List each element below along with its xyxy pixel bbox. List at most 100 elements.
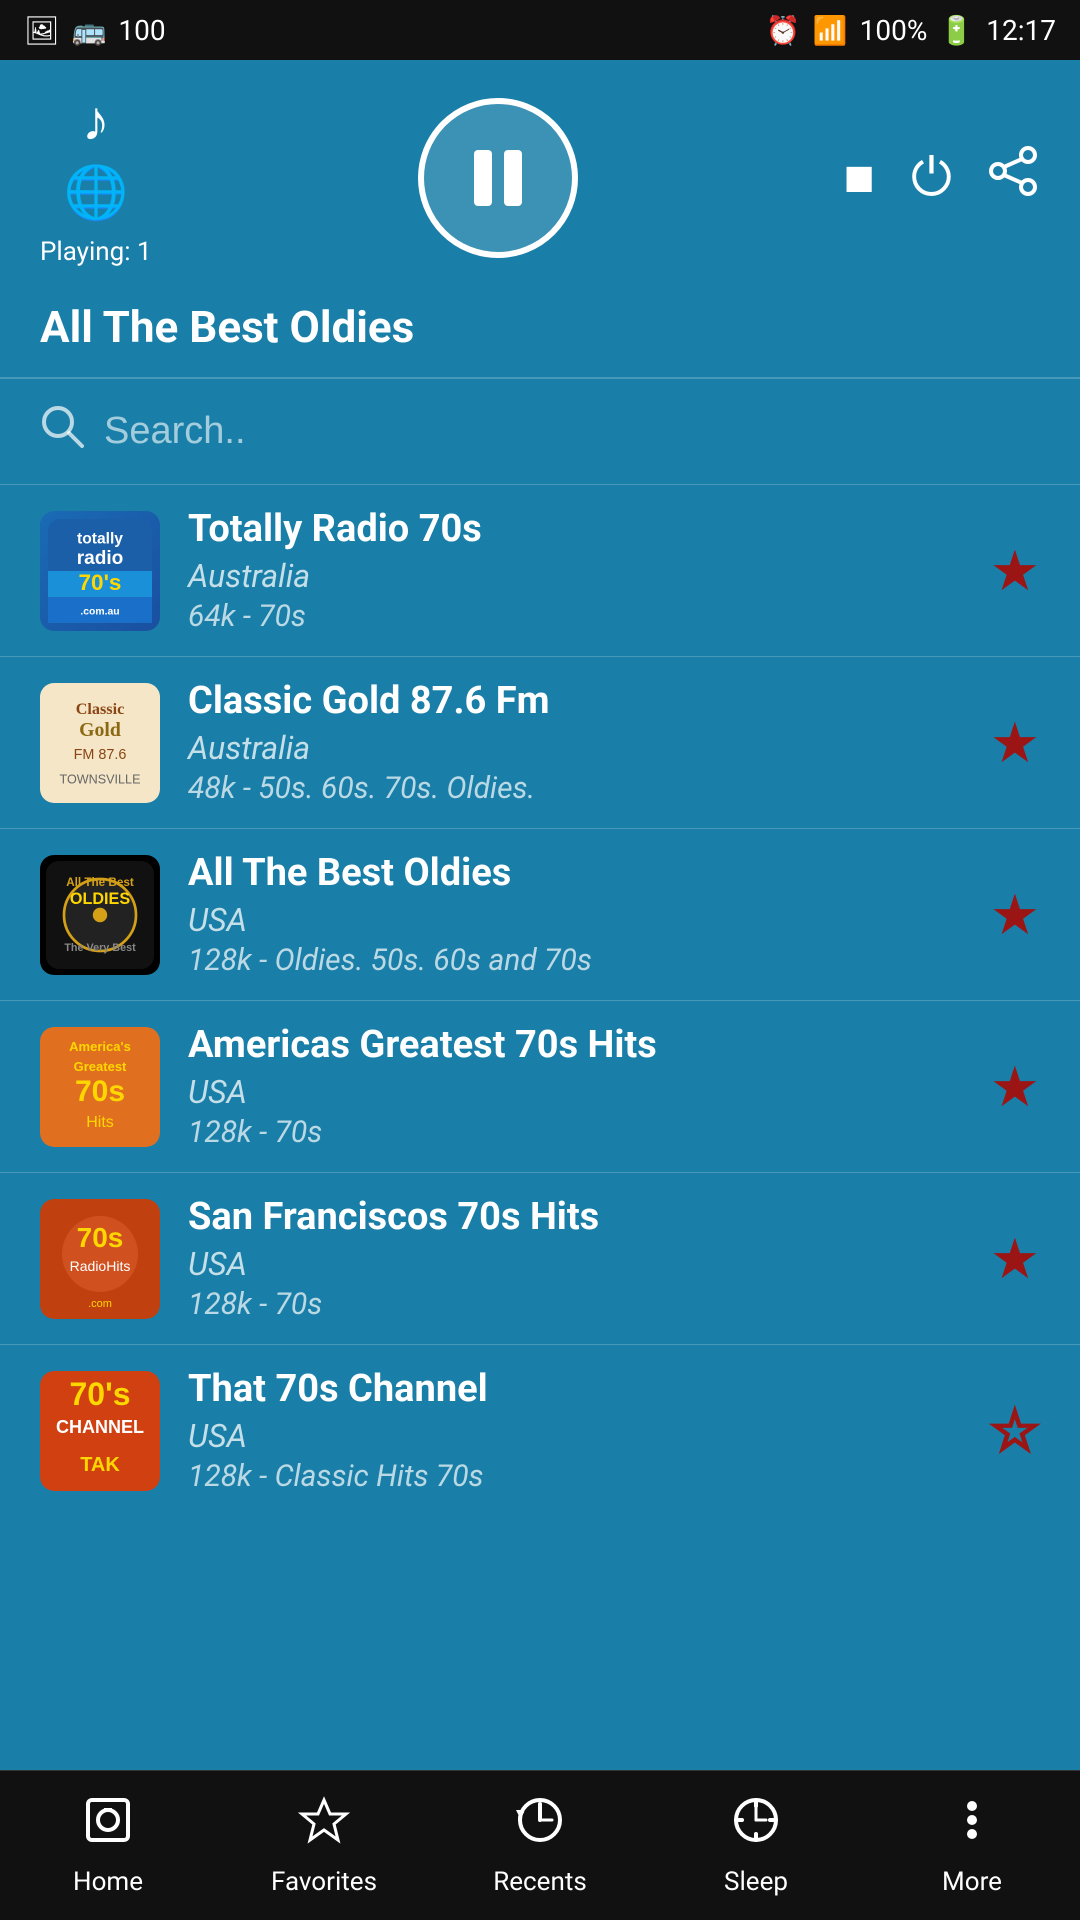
search-icon	[40, 403, 84, 460]
station-logo: 70's CHANNEL TAK	[40, 1371, 160, 1491]
station-name: Americas Greatest 70s Hits	[188, 1023, 962, 1067]
station-country: USA	[188, 1073, 962, 1111]
station-country: Australia	[188, 557, 962, 595]
more-icon	[946, 1794, 998, 1859]
favorites-icon	[298, 1794, 350, 1859]
station-name: Totally Radio 70s	[188, 507, 962, 551]
station-info: All The Best Oldies USA 128k - Oldies. 5…	[188, 851, 962, 978]
list-item[interactable]: America's Greatest 70s Hits Americas Gre…	[0, 1000, 1080, 1172]
nav-item-sleep[interactable]: Sleep	[648, 1794, 864, 1897]
search-bar[interactable]	[0, 379, 1080, 484]
favorite-star[interactable]: ★	[990, 1226, 1040, 1292]
globe-icon[interactable]: 🌐	[63, 162, 128, 223]
photo-icon: 🖼	[24, 14, 60, 47]
svg-text:Gold: Gold	[79, 718, 121, 740]
header-center	[418, 98, 578, 258]
svg-text:.com: .com	[88, 1298, 112, 1310]
svg-text:FM 87.6: FM 87.6	[74, 747, 127, 763]
music-note-icon[interactable]: ♪	[82, 88, 110, 154]
pause-bar-right	[504, 150, 522, 206]
station-name: Classic Gold 87.6 Fm	[188, 679, 962, 723]
station-meta: 64k - 70s	[188, 599, 962, 634]
app-icon: 🚌	[72, 14, 107, 47]
nav-label-recents: Recents	[493, 1867, 587, 1897]
nav-item-home[interactable]: Home	[0, 1794, 216, 1897]
station-meta: 128k - 70s	[188, 1115, 962, 1150]
station-info: San Franciscos 70s Hits USA 128k - 70s	[188, 1195, 962, 1322]
station-info: Americas Greatest 70s Hits USA 128k - 70…	[188, 1023, 962, 1150]
recents-icon	[514, 1794, 566, 1859]
list-item[interactable]: All The Best OLDIES The Very Best All Th…	[0, 828, 1080, 1000]
stop-icon[interactable]: ■	[843, 147, 874, 208]
player-header: ♪ 🌐 Playing: 1 ■ ⏻	[0, 60, 1080, 287]
svg-text:70's: 70's	[79, 570, 122, 595]
station-logo: All The Best OLDIES The Very Best	[40, 855, 160, 975]
favorite-star[interactable]: ★	[990, 882, 1040, 948]
nav-item-favorites[interactable]: Favorites	[216, 1794, 432, 1897]
playing-label: Playing: 1	[40, 237, 152, 267]
svg-text:The Very Best: The Very Best	[64, 942, 136, 954]
status-left-icons: 🖼 🚌 100	[24, 14, 166, 47]
status-bar: 🖼 🚌 100 ⏰ 📶 100% 🔋 12:17	[0, 0, 1080, 60]
pause-icon	[474, 150, 522, 206]
list-item[interactable]: 70s RadioHits .com San Franciscos 70s Hi…	[0, 1172, 1080, 1344]
station-meta: 128k - 70s	[188, 1287, 962, 1322]
nav-item-more[interactable]: More	[864, 1794, 1080, 1897]
station-meta: 128k - Oldies. 50s. 60s and 70s	[188, 943, 962, 978]
pause-button[interactable]	[418, 98, 578, 258]
station-country: USA	[188, 901, 962, 939]
favorite-star[interactable]: ★	[990, 538, 1040, 604]
alarm-icon: ⏰	[766, 14, 801, 47]
header-left: ♪ 🌐 Playing: 1	[40, 88, 152, 267]
favorite-star[interactable]: ★	[990, 710, 1040, 776]
station-name: All The Best Oldies	[188, 851, 962, 895]
nav-item-recents[interactable]: Recents	[432, 1794, 648, 1897]
list-item[interactable]: 70's CHANNEL TAK That 70s Channel USA 12…	[0, 1344, 1080, 1516]
now-playing-title: All The Best Oldies	[40, 301, 1040, 353]
station-info: That 70s Channel USA 128k - Classic Hits…	[188, 1367, 962, 1494]
nav-label-home: Home	[73, 1867, 143, 1897]
pause-bar-left	[474, 150, 492, 206]
svg-text:OLDIES: OLDIES	[70, 890, 130, 908]
battery-number: 100	[118, 14, 165, 47]
header-right: ■ ⏻	[843, 145, 1040, 210]
battery-icon: 🔋	[939, 14, 974, 47]
favorite-star[interactable]: ★	[990, 1054, 1040, 1120]
power-icon[interactable]: ⏻	[911, 147, 952, 209]
status-right-icons: ⏰ 📶 100% 🔋 12:17	[766, 14, 1056, 47]
favorite-star[interactable]: ☆	[990, 1398, 1040, 1464]
station-info: Classic Gold 87.6 Fm Australia 48k - 50s…	[188, 679, 962, 806]
share-icon[interactable]	[988, 145, 1040, 210]
station-meta: 128k - Classic Hits 70s	[188, 1459, 962, 1494]
time-display: 12:17	[986, 14, 1056, 47]
wifi-icon: 📶	[813, 14, 848, 47]
svg-text:radio: radio	[77, 548, 124, 569]
station-logo: America's Greatest 70s Hits	[40, 1027, 160, 1147]
station-list: totally radio 70's .com.au Totally Radio…	[0, 484, 1080, 1516]
station-logo: Classic Gold FM 87.6 TOWNSVILLE	[40, 683, 160, 803]
svg-text:Hits: Hits	[86, 1114, 114, 1131]
search-input[interactable]	[104, 410, 1040, 453]
list-item[interactable]: Classic Gold FM 87.6 TOWNSVILLE Classic …	[0, 656, 1080, 828]
svg-text:Classic: Classic	[76, 700, 125, 718]
svg-text:70s: 70s	[75, 1075, 125, 1108]
station-country: USA	[188, 1245, 962, 1283]
station-info: Totally Radio 70s Australia 64k - 70s	[188, 507, 962, 634]
station-country: USA	[188, 1417, 962, 1455]
list-item[interactable]: totally radio 70's .com.au Totally Radio…	[0, 484, 1080, 656]
svg-text:totally: totally	[77, 530, 123, 547]
station-country: Australia	[188, 729, 962, 767]
station-meta: 48k - 50s. 60s. 70s. Oldies.	[188, 771, 962, 806]
nav-label-favorites: Favorites	[271, 1867, 377, 1897]
svg-text:TAK: TAK	[80, 1454, 120, 1476]
home-icon	[82, 1794, 134, 1859]
nav-label-sleep: Sleep	[724, 1867, 788, 1897]
svg-text:70s: 70s	[77, 1222, 124, 1253]
station-logo: totally radio 70's .com.au	[40, 511, 160, 631]
nav-label-more: More	[942, 1867, 1002, 1897]
svg-text:.com.au: .com.au	[80, 606, 119, 617]
battery-level: 100%	[860, 14, 928, 47]
sleep-icon	[730, 1794, 782, 1859]
station-name: San Franciscos 70s Hits	[188, 1195, 962, 1239]
svg-text:Greatest: Greatest	[74, 1059, 127, 1074]
